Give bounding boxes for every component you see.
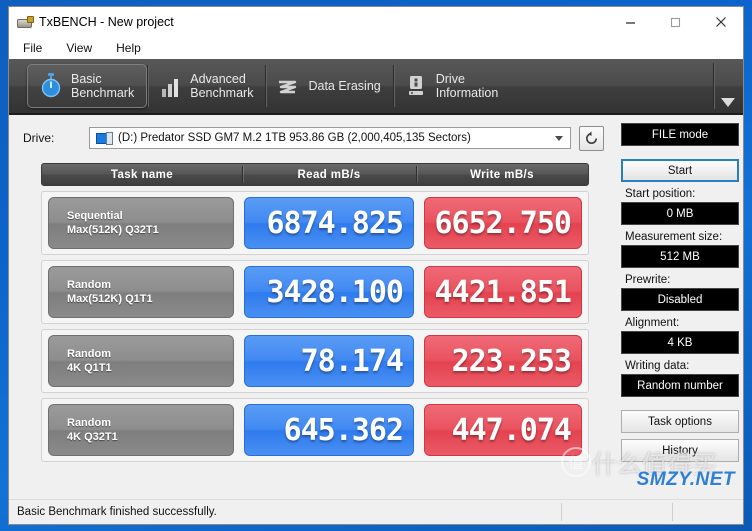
refresh-icon: [586, 130, 597, 144]
title-bar: TxBENCH - New project: [9, 7, 743, 37]
results-table: Task name Read mB/s Write mB/s Sequentia…: [41, 163, 589, 462]
file-mode-button[interactable]: FILE mode: [621, 123, 739, 146]
write-speed-value: 6652.750: [424, 197, 582, 249]
start-position-value[interactable]: 0 MB: [621, 202, 739, 225]
window-title: TxBENCH - New project: [39, 15, 174, 29]
write-speed-value: 223.253: [424, 335, 582, 387]
task-name-line1: Random: [67, 348, 111, 360]
refresh-button[interactable]: [579, 125, 604, 151]
start-position-label: Start position:: [625, 188, 696, 200]
read-speed-value: 645.362: [244, 404, 414, 456]
tab-data-erasing-label: Data Erasing: [308, 79, 381, 93]
history-button[interactable]: History: [621, 439, 739, 462]
chevron-down-icon: [555, 136, 563, 141]
status-message: Basic Benchmark finished successfully.: [13, 503, 562, 521]
tab-drive-information-label: Drive Information: [435, 72, 499, 100]
read-speed-value: 3428.100: [244, 266, 414, 318]
alignment-value[interactable]: 4 KB: [621, 331, 739, 354]
start-button[interactable]: Start: [621, 159, 739, 182]
menu-item-view[interactable]: View: [64, 40, 102, 57]
writing-data-label: Writing data:: [625, 360, 690, 372]
alignment-label: Alignment:: [625, 317, 680, 329]
tab-basic-benchmark[interactable]: Basic Benchmark: [27, 64, 148, 108]
drive-select[interactable]: (D:) Predator SSD GM7 M.2 1TB 953.86 GB …: [89, 127, 571, 149]
menu-item-file[interactable]: File: [21, 40, 52, 57]
maximize-button[interactable]: [653, 7, 698, 37]
status-pane-tertiary: [673, 503, 743, 521]
prewrite-value[interactable]: Disabled: [621, 288, 739, 311]
table-row: Random 4K Q1T1 78.174 223.253: [41, 329, 589, 393]
drive-info-icon: [403, 71, 429, 101]
stopwatch-icon: [38, 71, 64, 101]
task-name-line1: Sequential: [67, 210, 123, 222]
task-name-cell[interactable]: Random 4K Q32T1: [48, 404, 234, 456]
tab-basic-benchmark-label: Basic Benchmark: [71, 72, 135, 100]
write-speed-value: 4421.851: [424, 266, 582, 318]
tab-advanced-benchmark[interactable]: Advanced Benchmark: [147, 59, 265, 113]
table-header-row: Task name Read mB/s Write mB/s: [41, 163, 589, 186]
task-name-line1: Random: [67, 417, 111, 429]
task-options-button[interactable]: Task options: [621, 410, 739, 433]
tab-advanced-benchmark-label: Advanced Benchmark: [190, 72, 254, 100]
disk-drive-icon: [96, 132, 113, 145]
menu-bar: File View Help: [9, 37, 743, 59]
shred-wave-icon: [275, 71, 301, 101]
table-row: Sequential Max(512K) Q32T1 6874.825 6652…: [41, 191, 589, 255]
desktop-background: TxBENCH - New project File View Help Bas…: [0, 0, 752, 531]
status-pane-secondary: [562, 503, 673, 521]
drive-label: Drive:: [23, 131, 55, 145]
task-name-cell[interactable]: Random 4K Q1T1: [48, 335, 234, 387]
measurement-size-label: Measurement size:: [625, 231, 723, 243]
chevron-down-icon: [721, 98, 735, 107]
write-speed-value: 447.074: [424, 404, 582, 456]
task-name-cell[interactable]: Sequential Max(512K) Q32T1: [48, 197, 234, 249]
txbench-window: TxBENCH - New project File View Help Bas…: [8, 6, 744, 525]
settings-sidebar: FILE mode Start Start position: 0 MB Mea…: [617, 115, 743, 499]
prewrite-label: Prewrite:: [625, 274, 671, 286]
task-name-line2: 4K Q32T1: [67, 431, 118, 443]
table-row: Random 4K Q32T1 645.362 447.074: [41, 398, 589, 462]
drive-selector-row: Drive: (D:) Predator SSD GM7 M.2 1TB 953…: [9, 115, 617, 151]
window-controls: [608, 7, 743, 37]
task-name-line2: 4K Q1T1: [67, 362, 112, 374]
task-name-cell[interactable]: Random Max(512K) Q1T1: [48, 266, 234, 318]
close-button[interactable]: [698, 7, 743, 37]
column-header-write: Write mB/s: [416, 164, 588, 185]
task-name-line2: Max(512K) Q32T1: [67, 224, 159, 236]
column-header-task-name: Task name: [110, 168, 174, 181]
table-row: Random Max(512K) Q1T1 3428.100 4421.851: [41, 260, 589, 324]
menu-item-help[interactable]: Help: [114, 40, 151, 57]
minimize-button[interactable]: [608, 7, 653, 37]
client-area: Drive: (D:) Predator SSD GM7 M.2 1TB 953…: [9, 115, 743, 499]
writing-data-value[interactable]: Random number: [621, 374, 739, 397]
tab-data-erasing[interactable]: Data Erasing: [265, 59, 392, 113]
drive-select-value: (D:) Predator SSD GM7 M.2 1TB 953.86 GB …: [118, 132, 471, 144]
read-speed-value: 78.174: [244, 335, 414, 387]
benchmark-panel: Drive: (D:) Predator SSD GM7 M.2 1TB 953…: [9, 115, 617, 499]
tab-drive-information[interactable]: Drive Information: [392, 59, 511, 113]
bar-chart-icon: [157, 71, 183, 101]
column-header-read: Read mB/s: [242, 164, 416, 185]
read-speed-value: 6874.825: [244, 197, 414, 249]
task-name-line1: Random: [67, 279, 111, 291]
tab-bar: Basic Benchmark Advanced Benchmark Data …: [9, 59, 743, 115]
tab-overflow-button[interactable]: [713, 59, 743, 113]
usb-drive-icon: [16, 14, 34, 30]
measurement-size-value[interactable]: 512 MB: [621, 245, 739, 268]
task-name-line2: Max(512K) Q1T1: [67, 293, 153, 305]
status-bar: Basic Benchmark finished successfully.: [9, 499, 743, 524]
